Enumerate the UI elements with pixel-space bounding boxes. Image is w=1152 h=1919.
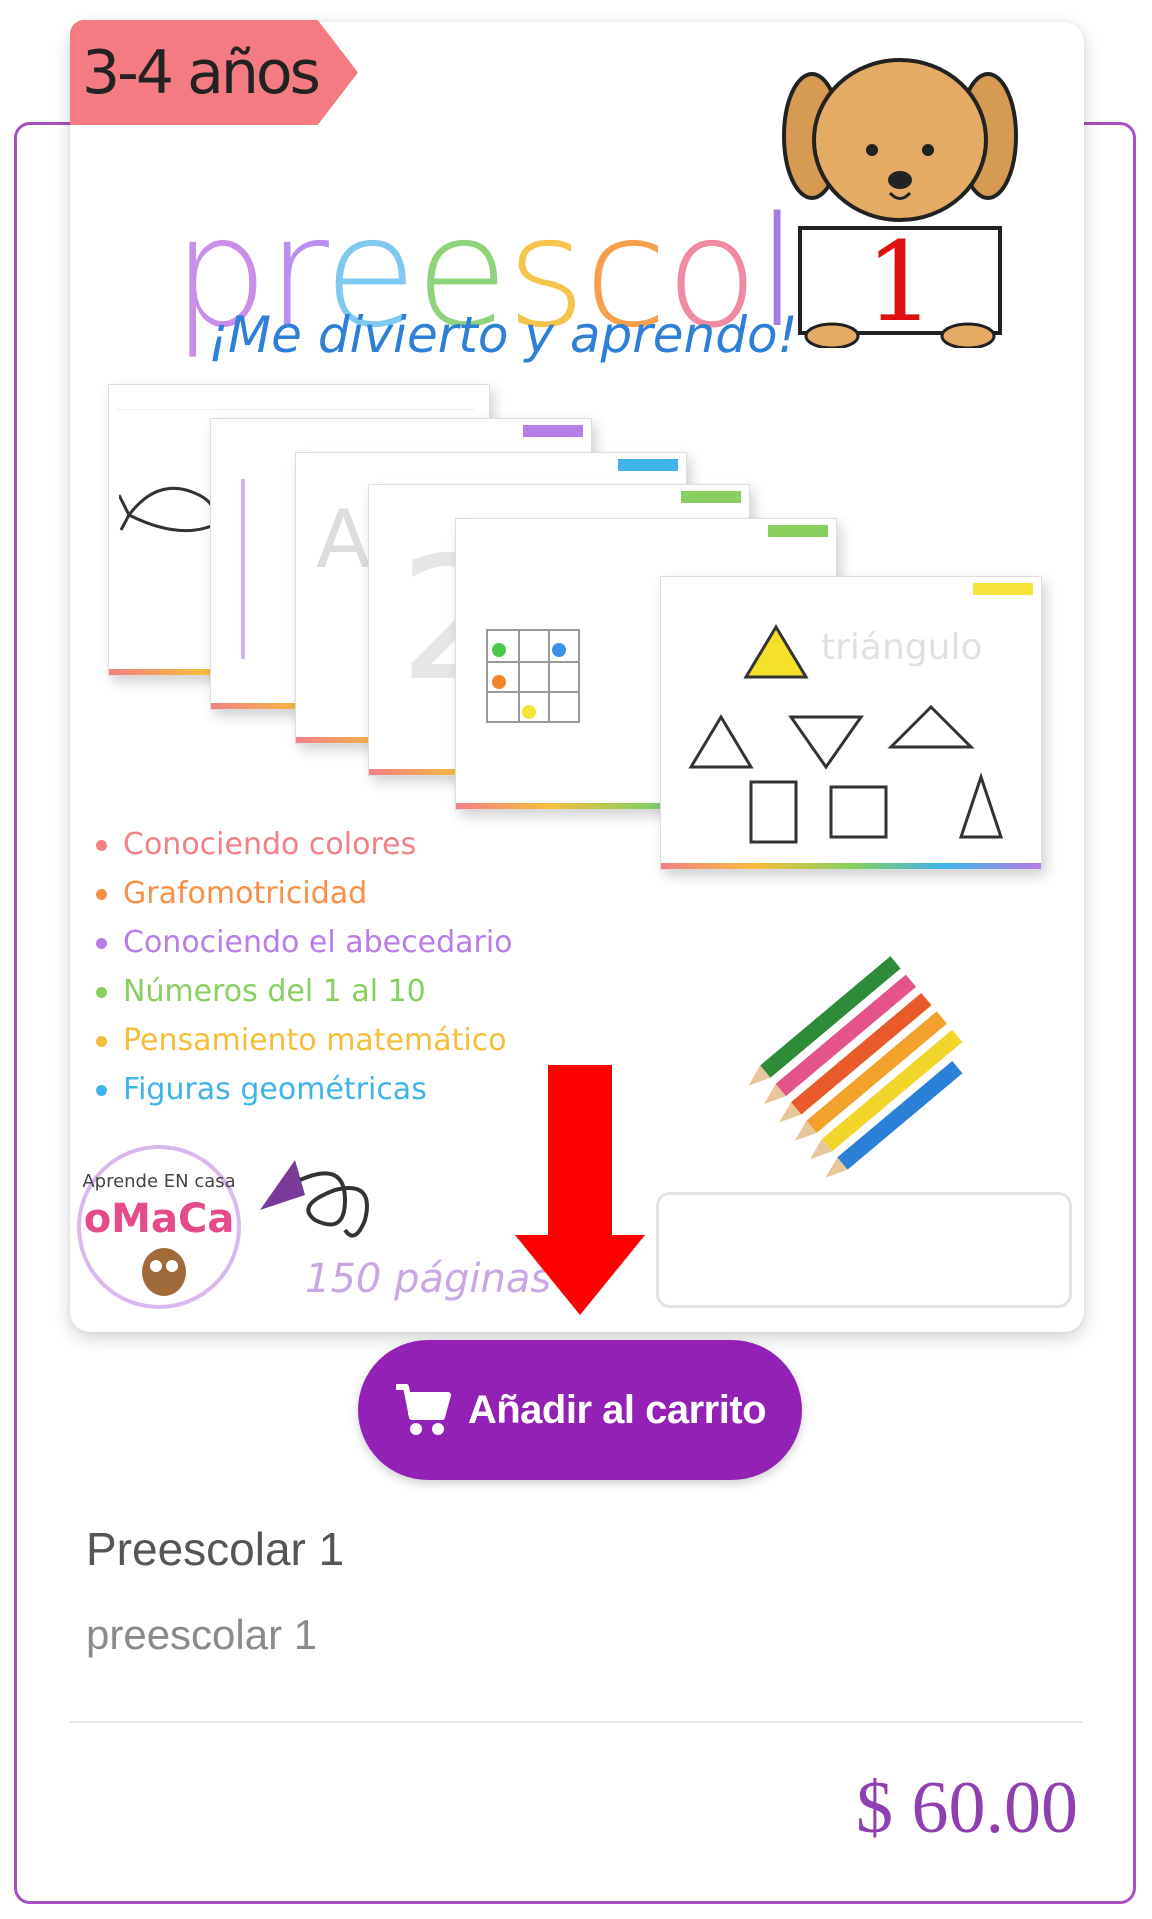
scribble-icon (260, 1160, 369, 1238)
age-tag: 3-4 años (70, 20, 358, 125)
topic-item: Conociendo colores (96, 820, 513, 869)
dog-mascot-icon: 1 (782, 58, 1018, 348)
bullet-icon (96, 889, 107, 900)
badge-brand: oMaCa (84, 1196, 235, 1242)
badge-text: Aprende EN casa (82, 1171, 235, 1192)
topic-label: Grafomotricidad (123, 876, 368, 911)
topic-item: Grafomotricidad (96, 869, 513, 918)
topic-label: Pensamiento matemático (123, 1023, 507, 1058)
blank-box (656, 1192, 1072, 1308)
topic-label: Conociendo el abecedario (123, 925, 513, 960)
down-arrow-icon (515, 1065, 645, 1315)
bullet-icon (96, 840, 107, 851)
bullet-icon (96, 987, 107, 998)
level-number: 1 (865, 218, 935, 346)
price: $ 60.00 (856, 1767, 1078, 1849)
bullet-icon (96, 1085, 107, 1096)
topic-label: Números del 1 al 10 (123, 974, 426, 1009)
topic-item: Conociendo el abecedario (96, 918, 513, 967)
add-to-cart-button[interactable]: Añadir al carrito (358, 1340, 802, 1480)
cart-icon (395, 1384, 451, 1435)
omaca-logo: Aprende EN casa oMaCa (77, 1145, 241, 1309)
product-title[interactable]: Preescolar 1 (86, 1522, 344, 1576)
worksheet-previews: Aa 2 triángulo (100, 380, 1042, 870)
topic-item: Números del 1 al 10 (96, 967, 513, 1016)
age-label: 3-4 años (82, 38, 321, 108)
topic-item: Pensamiento matemático (96, 1016, 513, 1065)
product-subtitle: preescolar 1 (86, 1611, 318, 1658)
bullet-icon (96, 938, 107, 949)
pencils-icon (748, 956, 963, 1178)
topic-label: Conociendo colores (123, 827, 417, 862)
add-to-cart-label: Añadir al carrito (467, 1387, 767, 1432)
topic-item: Figuras geométricas (96, 1065, 513, 1114)
bullet-icon (96, 1036, 107, 1047)
divider (70, 1721, 1082, 1723)
topic-label: Figuras geométricas (123, 1072, 427, 1107)
cover-tagline: ¡Me divierto y aprendo! (208, 306, 798, 364)
worksheet-6: triángulo (660, 576, 1042, 870)
topic-list: Conociendo colores Grafomotricidad Conoc… (96, 820, 513, 1114)
